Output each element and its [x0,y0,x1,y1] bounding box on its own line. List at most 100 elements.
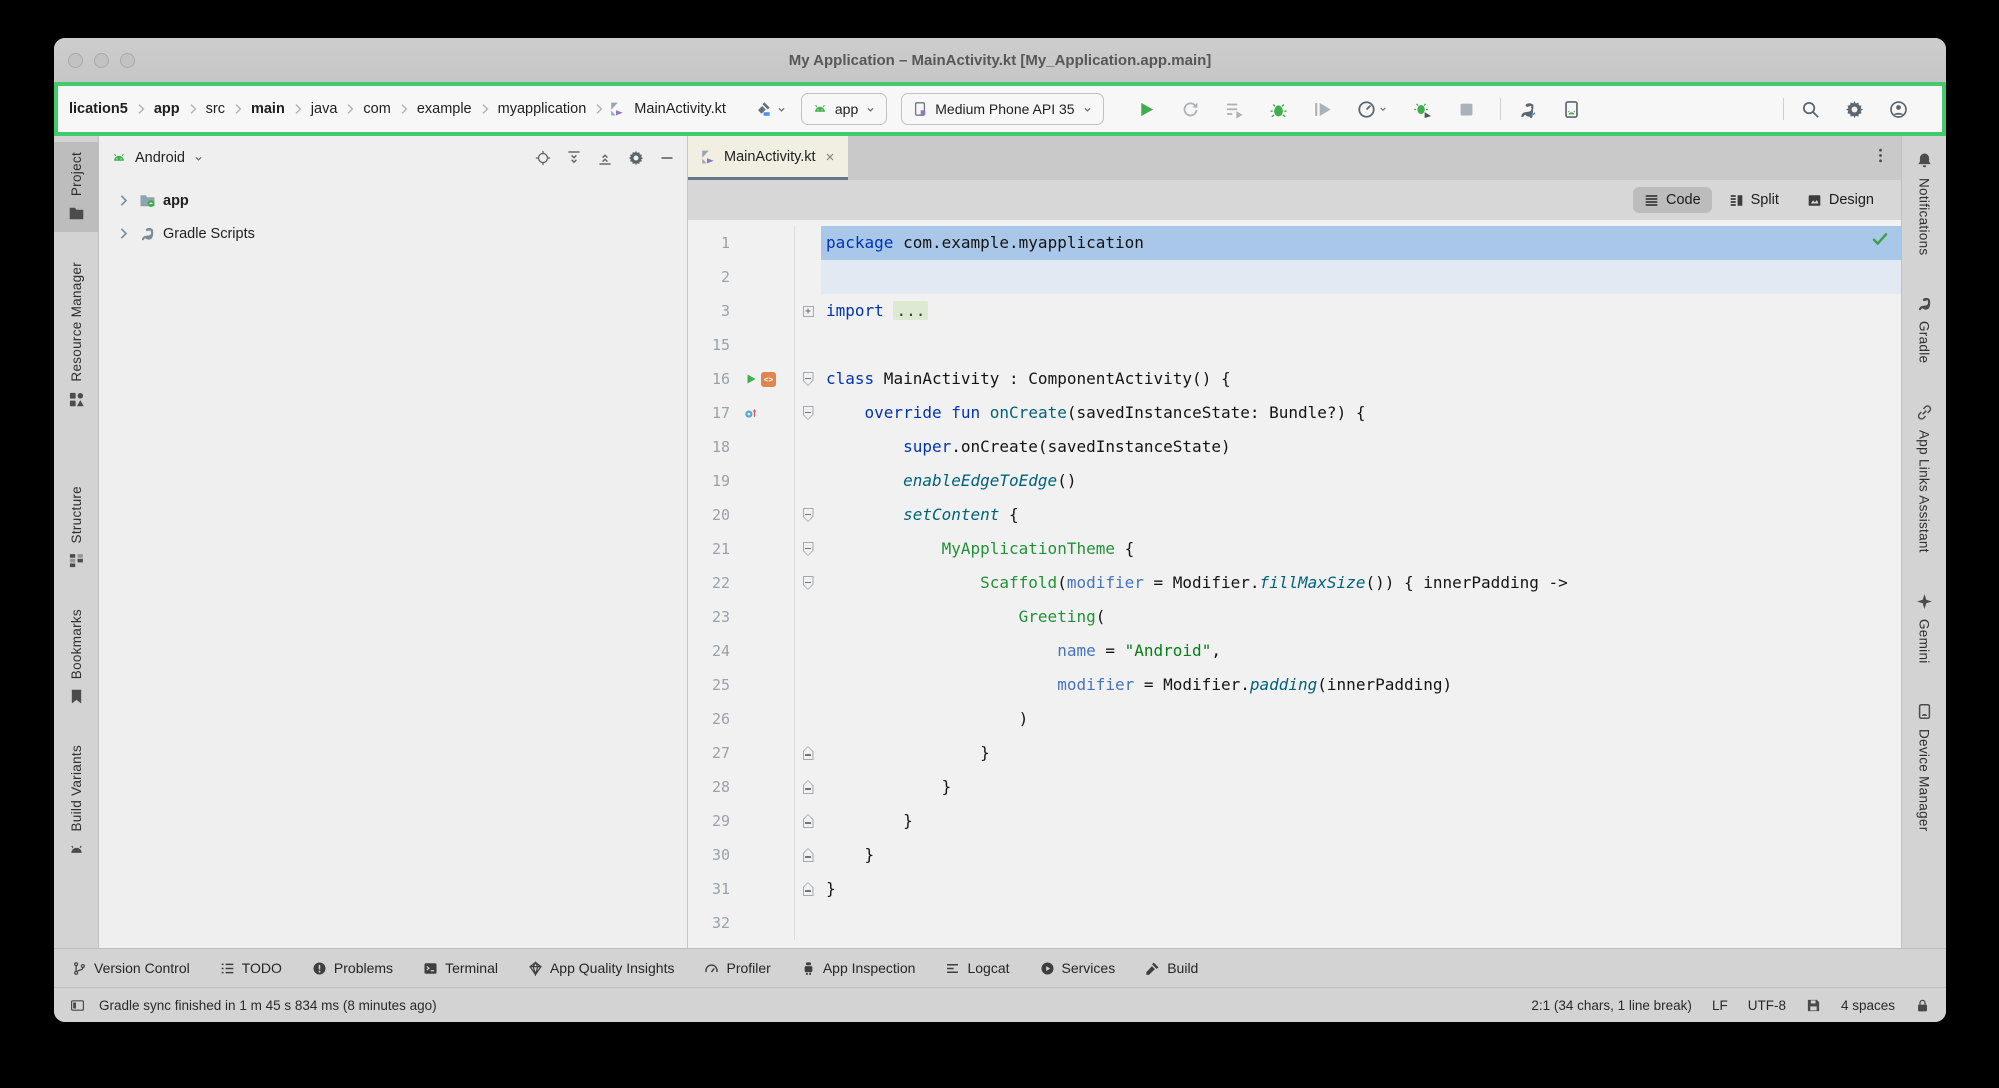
line-ending-indicator[interactable]: LF [1712,998,1728,1013]
tool-window-layout-icon[interactable] [70,998,85,1013]
breadcrumb-example[interactable]: example [414,99,475,119]
fold-end-icon[interactable] [803,814,814,828]
tool-window-button-profiler[interactable]: Profiler [704,960,770,976]
fold-collapse-icon[interactable] [803,372,814,386]
code-line-31[interactable]: 31} [688,872,1901,906]
code-line-15[interactable]: 15 [688,328,1901,362]
tool-window-button-logcat[interactable]: Logcat [945,960,1009,976]
settings-button[interactable] [1840,95,1869,124]
tool-tab-resource-manager[interactable]: Resource Manager [54,252,98,418]
close-tab-icon[interactable] [824,151,836,163]
breadcrumb-lication5[interactable]: lication5 [66,99,131,119]
chevron-right-icon[interactable] [115,192,132,209]
code-line-18[interactable]: 18 super.onCreate(savedInstanceState) [688,430,1901,464]
panel-settings-icon[interactable] [628,150,644,166]
overrides-method-icon[interactable] [744,406,758,420]
fold-collapse-icon[interactable] [803,508,814,522]
tool-window-button-app-inspection[interactable]: App Inspection [801,960,916,976]
fold-end-icon[interactable] [803,746,814,760]
stop-button[interactable] [1452,95,1481,124]
collapse-all-icon[interactable] [597,150,613,166]
view-toggle-design[interactable]: Design [1796,187,1885,213]
breadcrumb-main[interactable]: main [248,99,288,119]
profile-low-overhead-button[interactable] [1408,95,1437,124]
code-editor[interactable]: 1package com.example.myapplication23+imp… [688,220,1901,948]
debug-button[interactable] [1264,95,1293,124]
gradle-sync-button[interactable] [1513,95,1542,124]
tool-tab-device-manager[interactable]: Device Manager [1902,693,1946,842]
tree-item-gradle-scripts[interactable]: Gradle Scripts [99,217,687,250]
tool-tab-build-variants[interactable]: Build Variants [54,735,98,868]
device-select[interactable]: Medium Phone API 35 [901,93,1103,125]
tool-tab-gemini[interactable]: Gemini [1902,583,1946,674]
code-line-19[interactable]: 19 enableEdgeToEdge() [688,464,1901,498]
hide-panel-icon[interactable] [659,150,675,166]
code-line-30[interactable]: 30 } [688,838,1901,872]
tool-tab-structure[interactable]: Structure [54,476,98,579]
compose-preview-icon[interactable]: <> [761,372,776,387]
caret-position[interactable]: 2:1 (34 chars, 1 line break) [1531,998,1692,1013]
code-line-27[interactable]: 27 } [688,736,1901,770]
code-line-25[interactable]: 25 modifier = Modifier.padding(innerPadd… [688,668,1901,702]
code-line-28[interactable]: 28 } [688,770,1901,804]
fold-end-icon[interactable] [803,848,814,862]
tool-tab-gradle[interactable]: Gradle [1902,285,1946,373]
breadcrumb-myapplication[interactable]: myapplication [495,99,590,119]
search-everywhere-button[interactable] [1796,95,1825,124]
tool-tab-bookmarks[interactable]: Bookmarks [54,599,98,715]
disk-icon[interactable] [1806,998,1821,1013]
breadcrumb-mainactivity-kt[interactable]: MainActivity.kt [609,99,729,119]
tool-window-button-services[interactable]: Services [1040,960,1116,976]
tool-tab-notifications[interactable]: Notifications [1902,142,1946,265]
fold-expand-icon[interactable]: + [803,306,814,317]
code-line-23[interactable]: 23 Greeting( [688,600,1901,634]
run-configurations-button[interactable] [1220,95,1249,124]
lock-icon[interactable] [1915,998,1930,1013]
tool-window-button-build[interactable]: Build [1145,960,1198,976]
code-line-22[interactable]: 22 Scaffold(modifier = Modifier.fillMaxS… [688,566,1901,600]
tab-options-icon[interactable] [1872,147,1901,169]
tool-window-button-app-quality-insights[interactable]: App Quality Insights [528,960,675,976]
tool-tab-project[interactable]: Project [54,142,98,232]
fold-end-icon[interactable] [803,882,814,896]
breadcrumb-com[interactable]: com [360,99,393,119]
maximize-window-button[interactable] [120,53,135,68]
chevron-right-icon[interactable] [115,225,132,242]
view-toggle-code[interactable]: Code [1633,187,1712,213]
code-line-32[interactable]: 32 [688,906,1901,940]
fold-collapse-icon[interactable] [803,542,814,556]
tree-item-app[interactable]: app [99,184,687,217]
indent-indicator[interactable]: 4 spaces [1841,998,1895,1013]
code-line-29[interactable]: 29 } [688,804,1901,838]
expand-all-icon[interactable] [566,150,582,166]
tool-window-button-problems[interactable]: Problems [312,960,393,976]
code-line-16[interactable]: 16<>class MainActivity : ComponentActivi… [688,362,1901,396]
account-button[interactable] [1884,95,1913,124]
build-button[interactable] [755,101,787,117]
code-line-21[interactable]: 21 MyApplicationTheme { [688,532,1901,566]
tool-window-button-version-control[interactable]: Version Control [72,960,190,976]
code-line-3[interactable]: 3+import ... [688,294,1901,328]
breadcrumb-java[interactable]: java [308,99,341,119]
inspections-passed-icon[interactable] [1871,230,1889,252]
tool-window-button-todo[interactable]: TODO [220,960,282,976]
fold-collapse-icon[interactable] [803,576,814,590]
tool-tab-app-links-assistant[interactable]: App Links Assistant [1902,394,1946,563]
view-toggle-split[interactable]: Split [1718,187,1790,213]
run-button[interactable] [1132,95,1161,124]
project-view-selector[interactable]: Android [135,150,185,166]
breadcrumb-src[interactable]: src [203,99,228,119]
rerun-button[interactable] [1176,95,1205,124]
breadcrumb-app[interactable]: app [151,99,183,119]
minimize-window-button[interactable] [94,53,109,68]
profiler-button[interactable] [1352,95,1393,124]
close-window-button[interactable] [68,53,83,68]
editor-tab-mainactivity[interactable]: MainActivity.kt [688,136,848,180]
code-line-17[interactable]: 17 override fun onCreate(savedInstanceSt… [688,396,1901,430]
code-line-1[interactable]: 1package com.example.myapplication [688,226,1901,260]
attach-debugger-button[interactable] [1308,95,1337,124]
locate-file-icon[interactable] [535,150,551,166]
run-class-icon[interactable] [744,372,758,386]
running-devices-button[interactable] [1557,95,1586,124]
encoding-indicator[interactable]: UTF-8 [1748,998,1786,1013]
